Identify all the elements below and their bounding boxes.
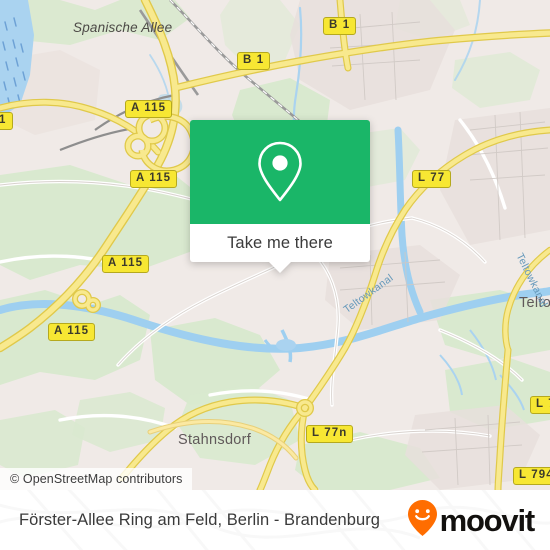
road-shield-l794[interactable]: L 794 [513, 467, 550, 485]
popup-pointer-tail [269, 262, 291, 273]
location-popup-card[interactable]: Take me there [190, 120, 370, 273]
road-shield-l79[interactable]: L 79 [530, 396, 550, 414]
location-pin-icon [253, 139, 307, 205]
take-me-there-button[interactable]: Take me there [227, 234, 333, 253]
road-shield-a115-mid[interactable]: A 115 [130, 170, 178, 188]
moovit-map-page: Spanische Allee Stahnsdorf Teltow Teltow… [0, 0, 550, 550]
road-shield-a115-low[interactable]: A 115 [102, 255, 150, 273]
page-title: Förster-Allee Ring am Feld, Berlin - Bra… [19, 510, 380, 529]
road-shield-1-edge[interactable]: 1 [0, 112, 13, 130]
moovit-logo[interactable]: moovit [407, 490, 536, 550]
road-shield-b1-top[interactable]: B 1 [323, 17, 357, 35]
popup-marker-panel [190, 120, 370, 224]
map-attribution[interactable]: © OpenStreetMap contributors [0, 468, 192, 490]
road-shield-l77[interactable]: L 77 [412, 170, 452, 188]
road-shield-l77n[interactable]: L 77n [306, 425, 354, 443]
moovit-wordmark: moovit [439, 502, 536, 538]
road-shield-a115-top[interactable]: A 115 [125, 100, 173, 118]
road-shield-a115-bottom[interactable]: A 115 [48, 323, 96, 341]
moovit-pin-smiley-icon [407, 499, 438, 542]
road-shield-b1-left[interactable]: B 1 [237, 52, 271, 70]
popup-action-bar[interactable]: Take me there [190, 224, 370, 273]
map-canvas[interactable]: Spanische Allee Stahnsdorf Teltow Teltow… [0, 0, 550, 490]
page-footer: Förster-Allee Ring am Feld, Berlin - Bra… [0, 490, 550, 550]
